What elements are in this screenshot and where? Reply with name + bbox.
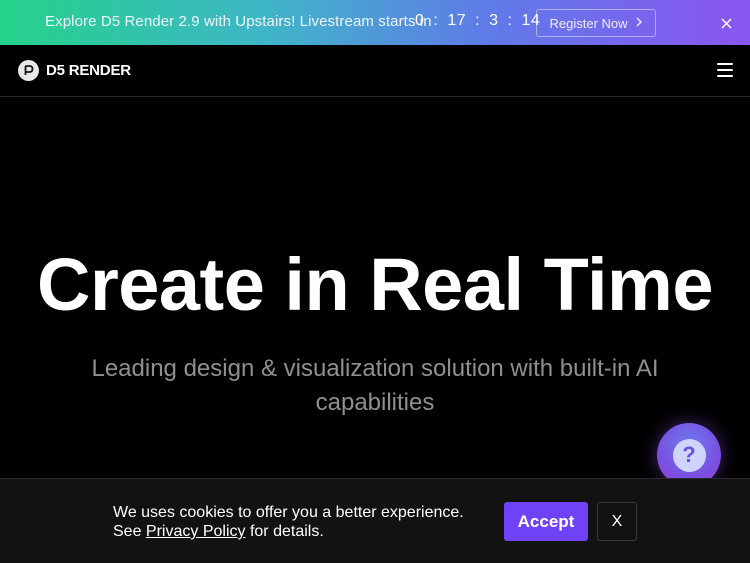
promo-banner: Explore D5 Render 2.9 with Upstairs! Liv…: [0, 0, 750, 45]
close-cookie-button[interactable]: X: [597, 502, 637, 541]
register-now-label: Register Now: [549, 15, 628, 31]
promo-text: Explore D5 Render 2.9 with Upstairs! Liv…: [45, 13, 432, 30]
countdown-days: 0: [415, 12, 425, 29]
menu-icon[interactable]: [717, 63, 735, 78]
hero-title: Create in Real Time: [37, 243, 713, 326]
countdown-separator: :: [475, 12, 481, 29]
question-icon: ?: [672, 438, 706, 472]
cookie-line1: We uses cookies to offer you a better ex…: [113, 504, 464, 521]
accept-cookies-button[interactable]: Accept: [504, 502, 588, 541]
logo-mark-icon: [18, 60, 39, 81]
chevron-right-icon: [636, 17, 643, 30]
cookie-banner: We uses cookies to offer you a better ex…: [0, 478, 750, 563]
logo-text: D5 RENDER: [46, 62, 131, 79]
countdown-timer: 0 : 17 : 3 : 14: [415, 12, 540, 30]
cookie-text: We uses cookies to offer you a better ex…: [113, 503, 464, 541]
navbar: D5 RENDER: [0, 45, 750, 97]
countdown-separator: :: [507, 12, 513, 29]
cookie-line2-suffix: for details.: [249, 523, 324, 540]
countdown-separator: :: [433, 12, 439, 29]
cookie-line2-prefix: See: [113, 523, 142, 540]
close-icon[interactable]: [716, 13, 736, 33]
hero-subtitle: Leading design & visualization solution …: [91, 355, 659, 416]
privacy-policy-link[interactable]: Privacy Policy: [146, 523, 246, 540]
register-now-button[interactable]: Register Now: [536, 9, 656, 37]
countdown-hours: 17: [447, 12, 467, 29]
logo[interactable]: D5 RENDER: [18, 60, 131, 81]
countdown-minutes: 3: [489, 12, 499, 29]
